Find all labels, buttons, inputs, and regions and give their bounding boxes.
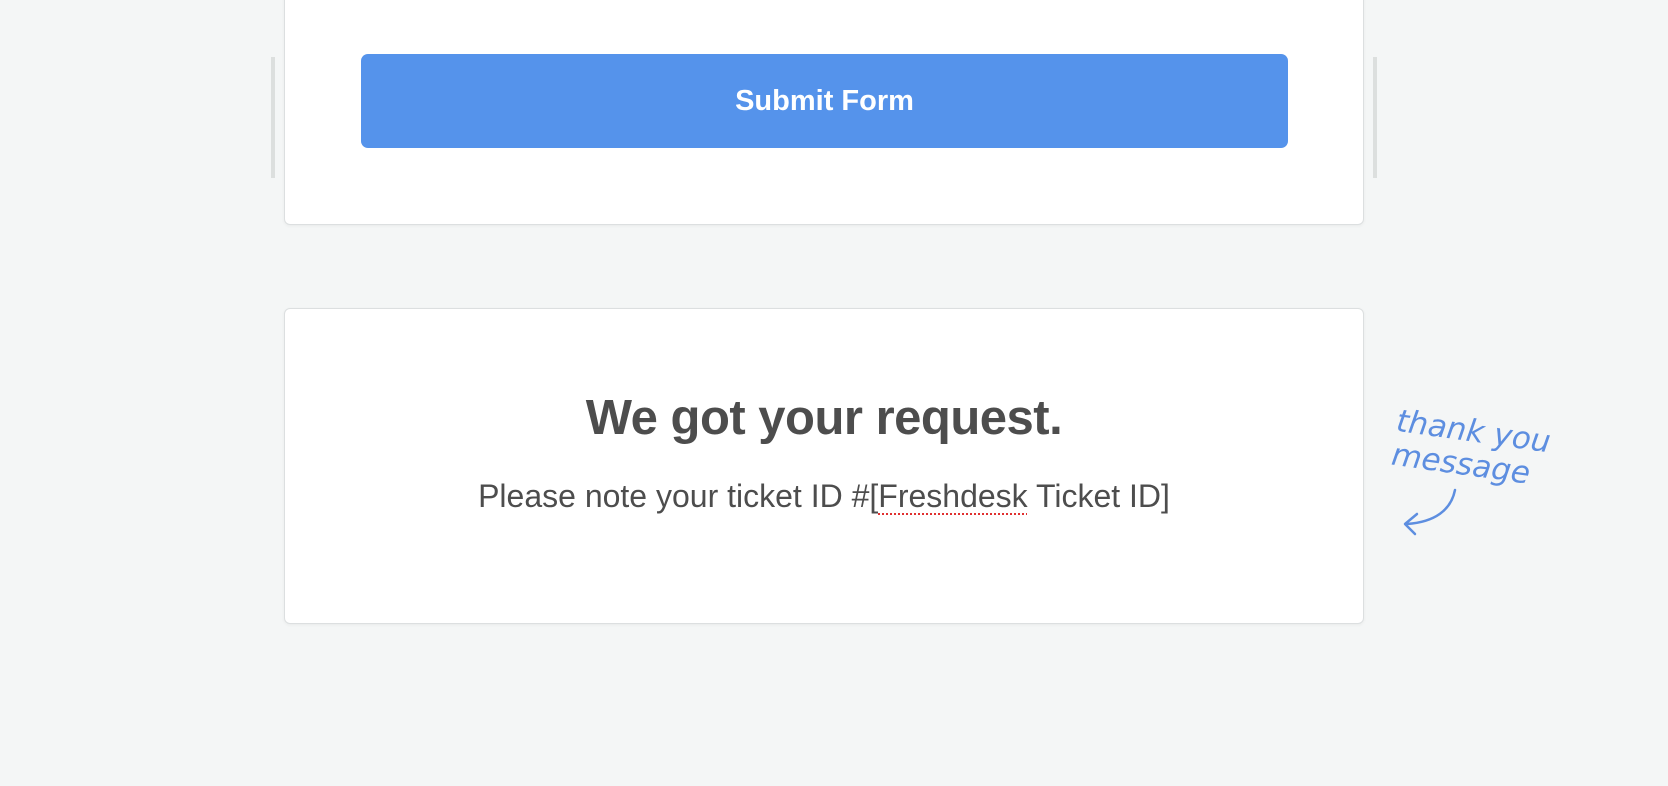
ticket-id-message-suffix: Ticket ID] <box>1027 478 1170 514</box>
annotation-label: thank you message <box>1389 403 1552 493</box>
submit-form-button[interactable]: Submit Form <box>361 54 1288 148</box>
ticket-id-message-prefix: Please note your ticket ID #[ <box>478 478 879 514</box>
thank-you-card: We got your request. Please note your ti… <box>284 308 1364 624</box>
left-scroll-edge <box>271 57 275 178</box>
thank-you-title: We got your request. <box>585 391 1063 445</box>
thank-you-annotation: thank you message <box>1389 403 1565 554</box>
ticket-id-message: Please note your ticket ID #[Freshdesk T… <box>285 478 1363 515</box>
form-card: Submit Form <box>284 0 1364 225</box>
curved-arrow-icon <box>1403 488 1457 536</box>
right-scroll-edge <box>1373 57 1377 178</box>
spellcheck-flagged-word: Freshdesk <box>878 478 1028 514</box>
